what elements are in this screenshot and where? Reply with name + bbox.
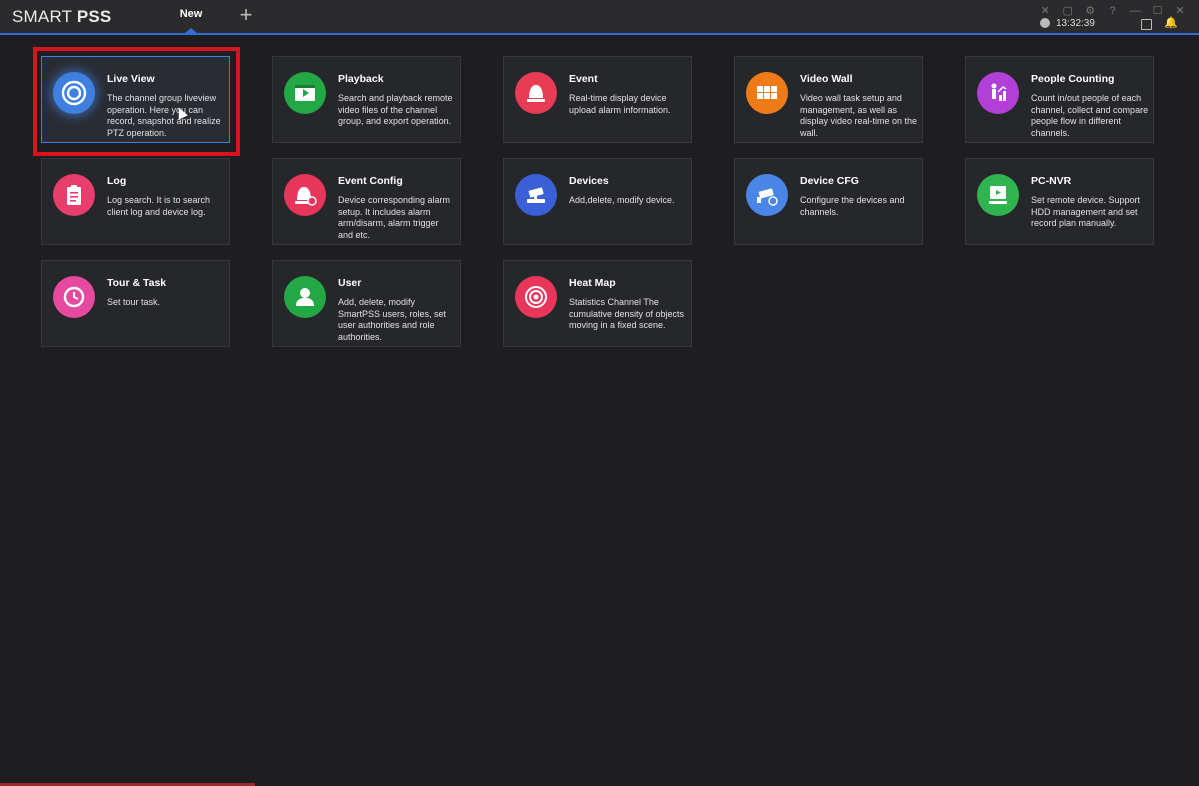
module-card-device-cfg[interactable]: Device CFG Configure the devices and chan… xyxy=(734,158,923,245)
module-title: Event Config xyxy=(338,175,403,187)
module-card-devices[interactable]: Devices Add,delete, modify device. xyxy=(503,158,692,245)
camera-config-icon xyxy=(746,174,788,216)
module-description: Real-time display device upload alarm in… xyxy=(569,93,671,115)
module-description: Statistics Channel The cumulative densit… xyxy=(569,297,685,330)
module-title: Heat Map xyxy=(569,277,616,289)
module-card-pc-nvr[interactable]: PC-NVR Set remote device. Support HDD man… xyxy=(965,158,1154,245)
system-icons: ✕ ▢ ⚙ ? — ☐ ✕ xyxy=(1036,1,1189,17)
active-tab-caret xyxy=(185,28,197,33)
close-icon[interactable]: ✕ xyxy=(1036,4,1054,17)
alarm-config-icon xyxy=(284,174,326,216)
module-card-event-config[interactable]: Event Config Device corresponding alarm s… xyxy=(272,158,461,245)
add-tab-button[interactable]: + xyxy=(235,4,257,26)
module-card-video-wall[interactable]: Video Wall Video wall task setup and mana… xyxy=(734,56,923,143)
module-card-playback[interactable]: Playback Search and playback remote video… xyxy=(272,56,461,143)
user-icon xyxy=(284,276,326,318)
module-title: PC-NVR xyxy=(1031,175,1072,187)
module-card-people-counting[interactable]: People Counting Count in/out people of ea… xyxy=(965,56,1154,143)
module-card-heat-map[interactable]: Heat Map Statistics Channel The cumulativ… xyxy=(503,260,692,347)
module-description: Search and playback remote video files o… xyxy=(338,93,453,126)
module-title: Devices xyxy=(569,175,609,187)
playback-icon xyxy=(284,72,326,114)
cpu-icon[interactable] xyxy=(1141,19,1152,30)
module-card-user[interactable]: User Add, delete, modify SmartPSS users, … xyxy=(272,260,461,347)
module-description: Set tour task. xyxy=(107,297,161,307)
module-title: Tour & Task xyxy=(107,277,167,289)
help-icon[interactable]: ? xyxy=(1104,5,1122,17)
clipboard-icon xyxy=(53,174,95,216)
heat-map-icon xyxy=(515,276,557,318)
tour-clock-icon xyxy=(53,276,95,318)
gear-icon[interactable]: ⚙ xyxy=(1081,4,1099,17)
module-card-event[interactable]: Event Real-time display device upload ala… xyxy=(503,56,692,143)
module-title: People Counting xyxy=(1031,73,1115,85)
clock-icon xyxy=(1040,18,1050,28)
module-title: User xyxy=(338,277,362,289)
lock-icon[interactable]: ▢ xyxy=(1059,4,1077,17)
camera-device-icon xyxy=(515,174,557,216)
module-title: Live View xyxy=(107,73,155,85)
app-logo: SMART PSS xyxy=(12,7,112,26)
video-wall-icon xyxy=(746,72,788,114)
minimize-icon[interactable]: — xyxy=(1126,5,1144,17)
people-counting-icon xyxy=(977,72,1019,114)
module-description: Log search. It is to search client log a… xyxy=(107,195,211,217)
module-description: Add,delete, modify device. xyxy=(569,195,675,205)
module-description: Add, delete, modify SmartPSS users, role… xyxy=(338,297,447,342)
module-description: Device corresponding alarm setup. It inc… xyxy=(338,195,451,240)
title-bar: SMART PSS New + ✕ ▢ ⚙ ? — ☐ ✕ 13:32:39 🔔 xyxy=(0,0,1199,35)
clock-time: 13:32:39 xyxy=(1056,18,1095,29)
tab-new[interactable]: New xyxy=(166,0,216,33)
live-view-icon xyxy=(53,72,95,114)
module-description: Count in/out people of each channel, col… xyxy=(1031,93,1149,138)
close-window-icon[interactable]: ✕ xyxy=(1171,4,1189,17)
module-title: Event xyxy=(569,73,598,85)
maximize-icon[interactable]: ☐ xyxy=(1149,4,1167,17)
module-title: Playback xyxy=(338,73,384,85)
module-title: Video Wall xyxy=(800,73,853,85)
pc-nvr-icon xyxy=(977,174,1019,216)
module-title: Device CFG xyxy=(800,175,859,187)
alarm-icon xyxy=(515,72,557,114)
module-card-tour-task[interactable]: Tour & Task Set tour task. xyxy=(41,260,230,347)
module-title: Log xyxy=(107,175,127,187)
module-description: Configure the devices and channels. xyxy=(800,195,905,217)
module-description: Set remote device. Support HDD managemen… xyxy=(1031,195,1141,228)
bell-icon[interactable]: 🔔 xyxy=(1164,17,1178,29)
module-card-live-view[interactable]: Live View The channel group liveview oper… xyxy=(41,56,230,143)
module-description: Video wall task setup and management, as… xyxy=(800,93,918,138)
module-description: The channel group liveview operation. He… xyxy=(107,93,221,138)
module-card-log[interactable]: Log Log search. It is to search client lo… xyxy=(41,158,230,245)
